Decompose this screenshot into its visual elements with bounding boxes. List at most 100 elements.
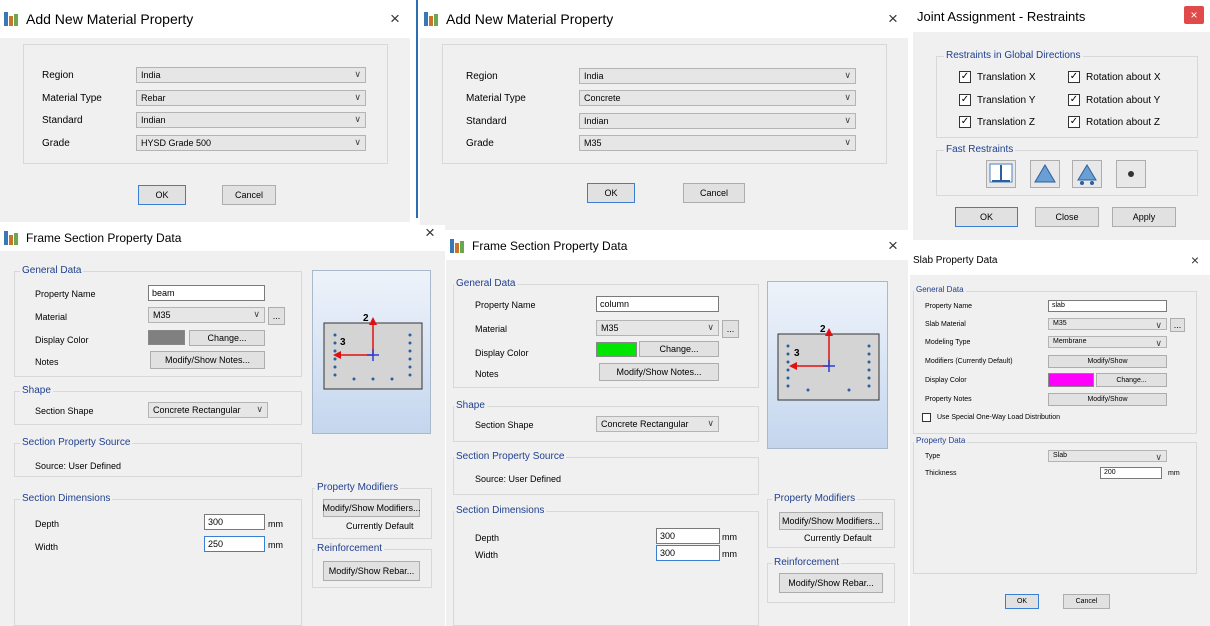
display-color-swatch [1048, 373, 1094, 387]
slab-material-label: Slab Material [925, 321, 966, 328]
reinforcement-label: Reinforcement [772, 557, 842, 568]
ok-button[interactable]: OK [138, 185, 186, 205]
modify-modifiers-button[interactable]: Modify/Show Modifiers... [322, 499, 421, 517]
material-select[interactable]: M35 [148, 307, 265, 323]
property-name-label: Property Name [925, 303, 973, 310]
pinned-support-button[interactable] [1030, 160, 1060, 188]
modify-rebar-button[interactable]: Modify/Show Rebar... [779, 573, 883, 593]
axis-3-label: 3 [794, 348, 800, 359]
dialog-title: Frame Section Property Data [472, 239, 628, 253]
check-icon: ✓ [1068, 71, 1080, 83]
title-bar: Add New Material Property × [420, 0, 908, 38]
modify-notes-button[interactable]: Modify/Show Notes... [150, 351, 265, 369]
slab-property-dialog: Slab Property Data × General Data Proper… [910, 245, 1210, 626]
thickness-label: Thickness [925, 470, 957, 477]
thickness-input[interactable]: 200 [1100, 467, 1162, 479]
property-notes-label: Property Notes [925, 396, 972, 403]
frame-section-dialog-beam: Frame Section Property Data × General Da… [0, 225, 445, 626]
dialog-title: Slab Property Data [913, 254, 998, 266]
frame-section-dialog-column: Frame Section Property Data × General Da… [446, 232, 908, 626]
add-material-dialog-rebar: Add New Material Property × Region India… [0, 0, 410, 222]
modify-rebar-button[interactable]: Modify/Show Rebar... [323, 561, 420, 581]
depth-input[interactable]: 300 [204, 514, 265, 530]
close-icon[interactable]: × [1184, 6, 1204, 24]
title-bar: Frame Section Property Data × [0, 225, 445, 251]
ok-button[interactable]: OK [587, 183, 635, 203]
section-shape-select[interactable]: Concrete Rectangular [596, 416, 719, 432]
grade-select[interactable]: M35 [579, 135, 856, 151]
close-icon[interactable]: × [1180, 252, 1210, 268]
close-icon[interactable]: × [878, 236, 908, 256]
modify-notes-button[interactable]: Modify/Show Notes... [599, 363, 719, 381]
section-preview-icon [777, 328, 880, 401]
display-color-swatch [596, 342, 637, 357]
modify-modifiers-button[interactable]: Modify/Show Modifiers... [779, 512, 883, 530]
material-ellipsis-button[interactable]: ... [268, 307, 285, 325]
translation-x-checkbox[interactable]: ✓ Translation X [959, 71, 1036, 83]
width-label: Width [475, 550, 499, 560]
modeling-type-select[interactable]: Membrane [1048, 336, 1167, 348]
translation-z-checkbox[interactable]: ✓ Translation Z [959, 116, 1035, 128]
region-select[interactable]: India [579, 68, 856, 84]
check-icon: ✓ [1068, 116, 1080, 128]
region-select[interactable]: India [136, 67, 366, 83]
slab-material-select[interactable]: M35 [1048, 318, 1167, 330]
material-ellipsis-button[interactable]: ... [722, 320, 739, 338]
apply-button[interactable]: Apply [1112, 207, 1176, 227]
property-name-input[interactable]: column [596, 296, 719, 312]
grade-select[interactable]: HYSD Grade 500 [136, 135, 366, 151]
standard-select[interactable]: Indian [579, 113, 856, 129]
section-preview-icon [323, 317, 423, 390]
region-label: Region [42, 70, 74, 81]
close-icon[interactable]: × [878, 9, 908, 29]
check-icon: ✓ [959, 116, 971, 128]
close-icon[interactable]: × [380, 9, 410, 29]
modeling-type-label: Modeling Type [925, 339, 971, 346]
cancel-button[interactable]: Cancel [222, 185, 276, 205]
rotation-z-checkbox[interactable]: ✓ Rotation about Z [1068, 116, 1160, 128]
fixed-support-button[interactable] [986, 160, 1016, 188]
standard-select[interactable]: Indian [136, 112, 366, 128]
cancel-button[interactable]: Cancel [683, 183, 745, 203]
property-source-label: Section Property Source [454, 451, 567, 462]
width-input[interactable]: 250 [204, 536, 265, 552]
dialog-title: Add New Material Property [446, 11, 614, 27]
material-select[interactable]: M35 [596, 320, 719, 336]
rotation-x-checkbox[interactable]: ✓ Rotation about X [1068, 71, 1161, 83]
rotation-y-checkbox[interactable]: ✓ Rotation about Y [1068, 94, 1160, 106]
ok-button[interactable]: OK [1005, 594, 1039, 609]
one-way-load-checkbox[interactable]: Use Special One-Way Load Distribution [922, 413, 1060, 422]
modify-notes-button[interactable]: Modify/Show [1048, 393, 1167, 406]
property-name-input[interactable]: beam [148, 285, 265, 301]
width-unit: mm [722, 549, 737, 559]
property-name-label: Property Name [475, 300, 536, 310]
roller-support-button[interactable] [1072, 160, 1102, 188]
material-label: Material [35, 312, 68, 322]
close-icon[interactable]: × [415, 225, 445, 243]
ok-button[interactable]: OK [955, 207, 1018, 227]
width-input[interactable]: 300 [656, 545, 720, 561]
modify-modifiers-button[interactable]: Modify/Show [1048, 355, 1167, 368]
material-type-select[interactable]: Concrete [579, 90, 856, 106]
free-joint-icon [1128, 171, 1134, 177]
material-ellipsis-button[interactable]: ... [1170, 318, 1185, 332]
section-preview: 2 3 [312, 270, 431, 434]
thickness-unit: mm [1168, 470, 1180, 477]
modifiers-status: Currently Default [346, 521, 414, 531]
free-joint-button[interactable] [1116, 160, 1146, 188]
change-color-button[interactable]: Change... [189, 330, 265, 346]
change-color-button[interactable]: Change... [639, 341, 719, 357]
close-button[interactable]: Close [1035, 207, 1099, 227]
checkbox-icon [922, 413, 931, 422]
change-color-button[interactable]: Change... [1096, 373, 1167, 387]
notes-label: Notes [35, 357, 59, 367]
section-shape-select[interactable]: Concrete Rectangular [148, 402, 268, 418]
translation-y-checkbox[interactable]: ✓ Translation Y [959, 94, 1035, 106]
depth-input[interactable]: 300 [656, 528, 720, 544]
app-icon [450, 239, 466, 253]
property-name-input[interactable]: slab [1048, 300, 1167, 312]
window-divider [416, 0, 418, 218]
material-type-select[interactable]: Rebar [136, 90, 366, 106]
cancel-button[interactable]: Cancel [1063, 594, 1110, 609]
type-select[interactable]: Slab [1048, 450, 1167, 462]
